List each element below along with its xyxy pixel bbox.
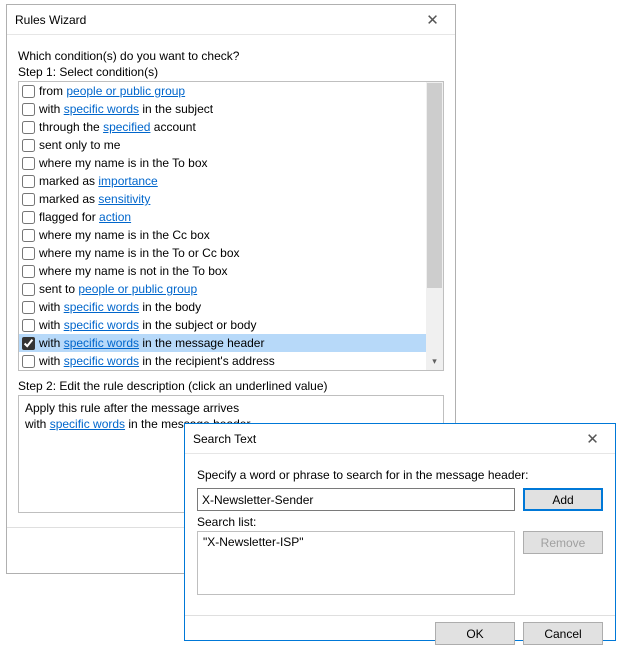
conditions-box: from people or public group with specific… — [18, 81, 444, 371]
condition-checkbox[interactable] — [22, 193, 35, 206]
search-input[interactable] — [197, 488, 515, 511]
condition-checkbox[interactable] — [22, 211, 35, 224]
scrollbar-thumb[interactable] — [427, 83, 442, 288]
rules-title: Rules Wizard — [15, 13, 86, 27]
condition-item[interactable]: marked as sensitivity — [19, 190, 426, 208]
condition-label: marked as importance — [39, 174, 158, 188]
condition-checkbox[interactable] — [22, 247, 35, 260]
desc-line1: Apply this rule after the message arrive… — [25, 400, 437, 416]
condition-checkbox[interactable] — [22, 139, 35, 152]
search-title: Search Text — [193, 432, 256, 446]
condition-item[interactable]: through the specified account — [19, 118, 426, 136]
condition-checkbox[interactable] — [22, 265, 35, 278]
condition-checkbox[interactable] — [22, 103, 35, 116]
condition-link[interactable]: specific words — [64, 354, 139, 368]
condition-item[interactable]: where my name is in the To box — [19, 154, 426, 172]
condition-label: where my name is in the To box — [39, 156, 208, 170]
rules-prompt: Which condition(s) do you want to check? — [18, 49, 444, 63]
condition-label: with specific words in the recipient's a… — [39, 354, 275, 368]
remove-button[interactable]: Remove — [523, 531, 603, 554]
search-prompt: Specify a word or phrase to search for i… — [197, 468, 603, 482]
condition-checkbox[interactable] — [22, 319, 35, 332]
condition-checkbox[interactable] — [22, 175, 35, 188]
desc-link-specific-words[interactable]: specific words — [50, 417, 125, 431]
condition-label: with specific words in the subject or bo… — [39, 318, 256, 332]
add-button[interactable]: Add — [523, 488, 603, 511]
condition-item[interactable]: with specific words in the recipient's a… — [19, 352, 426, 370]
condition-item[interactable]: with specific words in the message heade… — [19, 334, 426, 352]
condition-item[interactable]: marked as importance — [19, 172, 426, 190]
search-list-label: Search list: — [197, 515, 603, 529]
condition-link[interactable]: action — [99, 210, 131, 224]
condition-item[interactable]: from people or public group — [19, 82, 426, 100]
condition-item[interactable]: where my name is not in the To box — [19, 262, 426, 280]
close-icon[interactable]: ✕ — [410, 5, 455, 34]
condition-item[interactable]: sent only to me — [19, 136, 426, 154]
search-footer: OK Cancel — [185, 615, 615, 657]
rules-titlebar: Rules Wizard ✕ — [7, 5, 455, 35]
condition-link[interactable]: sensitivity — [98, 192, 150, 206]
condition-checkbox[interactable] — [22, 121, 35, 134]
condition-item[interactable]: with specific words in the subject or bo… — [19, 316, 426, 334]
condition-link[interactable]: specified — [103, 120, 150, 134]
condition-link[interactable]: people or public group — [78, 282, 197, 296]
condition-item[interactable]: where my name is in the To or Cc box — [19, 244, 426, 262]
condition-label: sent to people or public group — [39, 282, 197, 296]
condition-checkbox[interactable] — [22, 337, 35, 350]
condition-item[interactable]: where my name is in the Cc box — [19, 226, 426, 244]
condition-item[interactable]: with specific words in the subject — [19, 100, 426, 118]
condition-item[interactable]: flagged for action — [19, 208, 426, 226]
condition-label: sent only to me — [39, 138, 120, 152]
chevron-down-icon[interactable]: ▾ — [426, 353, 443, 370]
condition-label: with specific words in the body — [39, 300, 201, 314]
search-list-item[interactable]: "X-Newsletter-ISP" — [203, 535, 509, 549]
search-list[interactable]: "X-Newsletter-ISP" — [197, 531, 515, 595]
condition-checkbox[interactable] — [22, 157, 35, 170]
condition-link[interactable]: importance — [98, 174, 157, 188]
condition-label: where my name is in the Cc box — [39, 228, 210, 242]
condition-label: with specific words in the message heade… — [39, 336, 264, 350]
condition-label: flagged for action — [39, 210, 131, 224]
condition-item[interactable]: sent to people or public group — [19, 280, 426, 298]
cancel-button[interactable]: Cancel — [523, 622, 603, 645]
step1-label: Step 1: Select condition(s) — [18, 65, 444, 79]
condition-label: marked as sensitivity — [39, 192, 150, 206]
condition-checkbox[interactable] — [22, 355, 35, 368]
condition-link[interactable]: specific words — [64, 300, 139, 314]
condition-item[interactable]: with specific words in the body — [19, 298, 426, 316]
condition-checkbox[interactable] — [22, 229, 35, 242]
condition-label: where my name is in the To or Cc box — [39, 246, 240, 260]
condition-link[interactable]: specific words — [64, 336, 139, 350]
step2-label: Step 2: Edit the rule description (click… — [18, 379, 444, 393]
condition-label: with specific words in the subject — [39, 102, 213, 116]
ok-button[interactable]: OK — [435, 622, 515, 645]
conditions-list[interactable]: from people or public group with specific… — [19, 82, 426, 370]
condition-label: through the specified account — [39, 120, 196, 134]
condition-link[interactable]: specific words — [64, 102, 139, 116]
condition-checkbox[interactable] — [22, 301, 35, 314]
condition-label: from people or public group — [39, 84, 185, 98]
condition-checkbox[interactable] — [22, 283, 35, 296]
close-icon[interactable]: ✕ — [570, 424, 615, 453]
condition-checkbox[interactable] — [22, 85, 35, 98]
search-text-dialog: Search Text ✕ Specify a word or phrase t… — [184, 423, 616, 641]
condition-label: where my name is not in the To box — [39, 264, 228, 278]
condition-link[interactable]: specific words — [64, 318, 139, 332]
search-titlebar: Search Text ✕ — [185, 424, 615, 454]
conditions-scrollbar[interactable]: ▾ — [426, 82, 443, 370]
condition-link[interactable]: people or public group — [66, 84, 185, 98]
